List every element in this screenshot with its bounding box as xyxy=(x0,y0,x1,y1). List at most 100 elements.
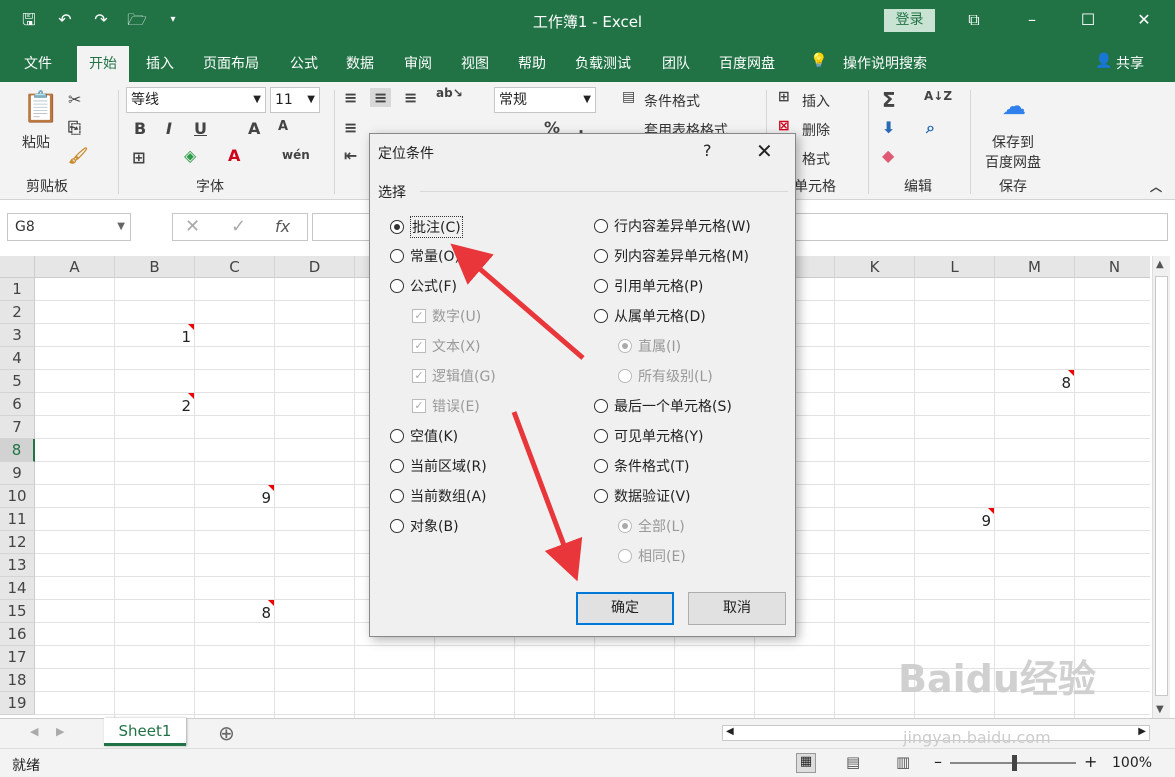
tab-home[interactable]: 开始 xyxy=(77,46,129,82)
underline-icon[interactable]: U xyxy=(194,119,207,138)
row-header-4[interactable]: 4 xyxy=(0,347,35,370)
row-header-7[interactable]: 7 xyxy=(0,416,35,439)
scroll-right-icon[interactable]: ▶ xyxy=(1138,726,1146,737)
save-to-baidu-line2[interactable]: 百度网盘 xyxy=(985,152,1041,172)
tab-insert[interactable]: 插入 xyxy=(146,53,174,73)
scroll-thumb[interactable] xyxy=(1155,276,1168,696)
tab-baidu-netdisk[interactable]: 百度网盘 xyxy=(719,53,775,73)
phonetic-icon[interactable]: wén xyxy=(282,148,310,162)
radio-icon[interactable] xyxy=(390,429,404,443)
column-header-D[interactable]: D xyxy=(275,256,355,278)
cut-icon[interactable]: ✂ xyxy=(68,90,81,109)
option-right_options-1[interactable]: 列内容差异单元格(M) xyxy=(594,246,749,266)
page-layout-view-icon[interactable]: ▤ xyxy=(846,753,860,771)
font-color-icon[interactable]: A xyxy=(228,146,240,165)
cell-M5[interactable]: 8 xyxy=(995,370,1075,393)
radio-icon[interactable] xyxy=(594,429,608,443)
tab-data[interactable]: 数据 xyxy=(346,53,374,73)
insert-function-icon[interactable]: fx xyxy=(275,217,290,236)
option-right_options-0[interactable]: 行内容差异单元格(W) xyxy=(594,216,751,236)
decrease-indent-icon[interactable]: ⇤ xyxy=(344,146,357,165)
radio-icon[interactable] xyxy=(594,279,608,293)
tab-file[interactable]: 文件 xyxy=(24,53,52,73)
increase-font-icon[interactable]: A xyxy=(248,119,260,138)
sort-filter-icon[interactable]: A↓Z xyxy=(924,89,952,103)
radio-icon[interactable] xyxy=(390,279,404,293)
next-sheet-icon[interactable]: ▶ xyxy=(56,725,64,738)
align-left-icon[interactable]: ≡ xyxy=(344,118,357,137)
copy-icon[interactable]: ⎘ xyxy=(68,118,81,138)
row-header-12[interactable]: 12 xyxy=(0,531,35,554)
option-left_options-10[interactable]: 对象(B) xyxy=(390,516,459,536)
option-right_options-8[interactable]: 条件格式(T) xyxy=(594,456,689,476)
option-left_options-9[interactable]: 当前数组(A) xyxy=(390,486,487,506)
ok-button[interactable]: 确定 xyxy=(576,592,674,625)
option-left_options-0[interactable]: 批注(C) xyxy=(390,216,463,238)
font-size-combo[interactable]: 11 ▼ xyxy=(270,87,320,113)
align-top-icon[interactable]: ≡ xyxy=(344,88,357,107)
align-middle-icon[interactable]: ≡ xyxy=(370,88,392,107)
align-bottom-icon[interactable]: ≡ xyxy=(404,88,417,107)
column-header-C[interactable]: C xyxy=(195,256,275,278)
column-header-M[interactable]: M xyxy=(995,256,1075,278)
close-window-icon[interactable]: ✕ xyxy=(1132,8,1156,32)
fill-color-icon[interactable]: ◈ xyxy=(184,146,196,165)
column-header-A[interactable]: A xyxy=(35,256,115,278)
option-left_options-2[interactable]: 公式(F) xyxy=(390,276,457,296)
scroll-up-icon[interactable]: ▲ xyxy=(1156,259,1164,270)
number-format-combo[interactable]: 常规 ▼ xyxy=(494,87,596,113)
column-header-N[interactable]: N xyxy=(1075,256,1150,278)
row-header-13[interactable]: 13 xyxy=(0,554,35,577)
row-header-2[interactable]: 2 xyxy=(0,301,35,324)
tab-team[interactable]: 团队 xyxy=(662,53,690,73)
prev-sheet-icon[interactable]: ◀ xyxy=(30,725,38,738)
radio-icon[interactable] xyxy=(390,519,404,533)
clear-icon[interactable]: ◆ xyxy=(882,146,894,165)
column-header-B[interactable]: B xyxy=(115,256,195,278)
tab-load-test[interactable]: 负载测试 xyxy=(575,53,631,73)
help-icon[interactable]: ? xyxy=(703,141,712,160)
insert-cells-button[interactable]: 插入 xyxy=(802,91,830,111)
row-header-16[interactable]: 16 xyxy=(0,623,35,646)
bold-icon[interactable]: B xyxy=(134,119,146,138)
add-sheet-icon[interactable]: ⊕ xyxy=(218,721,235,745)
tell-me-search[interactable]: 操作说明搜索 xyxy=(843,53,927,73)
cell-B3[interactable]: 1 xyxy=(115,324,195,347)
conditional-format-icon[interactable]: ▤ xyxy=(622,89,635,105)
border-icon[interactable]: ⊞ xyxy=(132,148,145,167)
row-header-19[interactable]: 19 xyxy=(0,692,35,715)
scroll-left-icon[interactable]: ◀ xyxy=(726,726,734,737)
conditional-format-button[interactable]: 条件格式 xyxy=(644,91,700,111)
share-button[interactable]: 共享 xyxy=(1116,53,1144,73)
cell-C15[interactable]: 8 xyxy=(195,600,275,623)
radio-icon[interactable] xyxy=(594,459,608,473)
tab-help[interactable]: 帮助 xyxy=(518,53,546,73)
radio-icon[interactable] xyxy=(594,399,608,413)
option-left_options-8[interactable]: 当前区域(R) xyxy=(390,456,487,476)
page-break-view-icon[interactable]: ▥ xyxy=(896,753,910,771)
cancel-entry-icon[interactable]: ✕ xyxy=(185,216,200,237)
confirm-entry-icon[interactable]: ✓ xyxy=(231,216,246,237)
radio-icon[interactable] xyxy=(390,489,404,503)
zoom-slider-thumb[interactable] xyxy=(1012,755,1017,771)
insert-cells-icon[interactable]: ⊞ xyxy=(778,89,790,105)
orientation-icon[interactable]: ab↘ xyxy=(436,86,463,100)
radio-icon[interactable] xyxy=(594,489,608,503)
sheet-tab[interactable]: Sheet1 xyxy=(104,718,186,746)
minimize-icon[interactable]: – xyxy=(1020,8,1044,32)
zoom-out-icon[interactable]: – xyxy=(934,752,942,771)
scroll-down-icon[interactable]: ▼ xyxy=(1156,704,1164,715)
row-header-14[interactable]: 14 xyxy=(0,577,35,600)
row-header-10[interactable]: 10 xyxy=(0,485,35,508)
row-header-18[interactable]: 18 xyxy=(0,669,35,692)
option-right_options-6[interactable]: 最后一个单元格(S) xyxy=(594,396,732,416)
collapse-ribbon-icon[interactable]: ︿ xyxy=(1150,178,1162,195)
zoom-in-icon[interactable]: + xyxy=(1084,752,1097,771)
name-box[interactable]: G8 ▼ xyxy=(7,213,131,241)
paste-button[interactable]: 粘贴 xyxy=(22,132,50,152)
format-cells-button[interactable]: 格式 xyxy=(802,149,830,169)
radio-icon[interactable] xyxy=(390,459,404,473)
zoom-level[interactable]: 100% xyxy=(1112,755,1152,771)
option-right_options-2[interactable]: 引用单元格(P) xyxy=(594,276,703,296)
row-header-3[interactable]: 3 xyxy=(0,324,35,347)
